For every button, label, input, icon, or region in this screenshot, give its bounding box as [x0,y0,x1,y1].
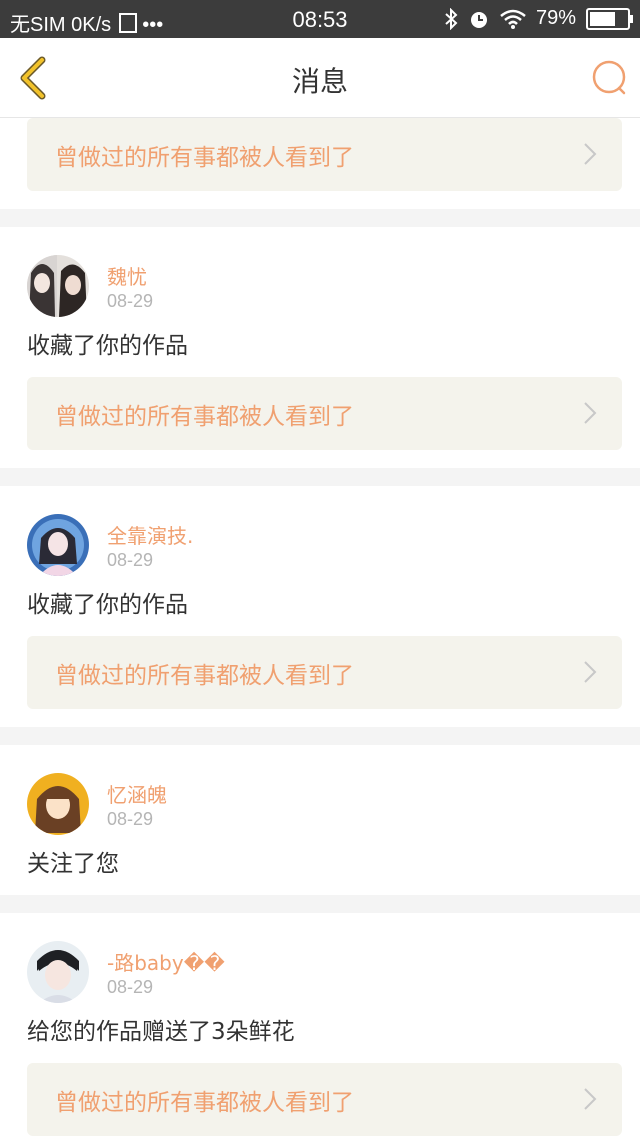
message-date: 08-29 [107,809,154,829]
message-card: 忆涵魄 08-29 关注了您 [0,745,640,895]
action-text: 收藏了你的作品 [27,592,188,618]
message-date: 08-29 [107,550,154,570]
message-date: 08-29 [107,291,154,311]
chevron-right-icon [584,402,597,424]
divider [0,895,640,913]
card-padding [0,1136,640,1141]
divider [0,727,640,745]
divider [0,209,640,227]
page-title: 消息 [291,65,348,98]
work-link[interactable]: 曾做过的所有事都被人看到了 [27,377,622,450]
alarm-icon [470,11,487,28]
user-row: 全靠演技. 08-29 [0,486,640,576]
battery-percent: 79% [535,7,576,29]
chevron-right-icon [584,143,597,165]
username[interactable]: -路baby�� [107,947,225,976]
user-row: 忆涵魄 08-29 [0,745,640,835]
action-text: 收藏了你的作品 [27,333,188,359]
divider [0,468,640,486]
username[interactable]: 忆涵魄 [107,779,167,808]
message-list[interactable]: 曾做过的所有事都被人看到了 魏忧 08-29 收藏了你的作品 曾做过的所有事都被… [0,118,640,1141]
chevron-right-icon [584,661,597,683]
work-title: 曾做过的所有事都被人看到了 [55,663,354,689]
work-link[interactable]: 曾做过的所有事都被人看到了 [27,636,622,709]
work-title: 曾做过的所有事都被人看到了 [55,145,354,171]
battery-fill [590,11,616,26]
nav-bar: 消息 [0,38,640,118]
user-row: -路baby�� 08-29 [0,913,640,1003]
message-date: 08-29 [107,977,154,997]
username[interactable]: 魏忧 [107,261,147,290]
bluetooth-icon [445,7,458,30]
message-card: -路baby�� 08-29 给您的作品赠送了3朵鲜花 曾做过的所有事都被人看到… [0,913,640,1141]
wifi-icon [500,9,526,29]
message-card: 全靠演技. 08-29 收藏了你的作品 曾做过的所有事都被人看到了 [0,486,640,727]
status-bar: 无SIM 0K/s ••• 08:53 79% [0,0,640,38]
work-title: 曾做过的所有事都被人看到了 [55,1090,354,1116]
search-icon[interactable] [590,58,630,98]
user-avatar[interactable] [27,773,89,835]
message-card: 曾做过的所有事都被人看到了 [0,118,640,209]
card-padding [0,709,640,727]
status-right: 79% [444,7,633,30]
chevron-right-icon [584,1088,597,1110]
message-card: 魏忧 08-29 收藏了你的作品 曾做过的所有事都被人看到了 [0,227,640,468]
work-link[interactable]: 曾做过的所有事都被人看到了 [27,118,622,191]
battery-icon [586,7,633,30]
card-padding [0,191,640,209]
user-avatar[interactable] [27,255,89,317]
work-title: 曾做过的所有事都被人看到了 [55,404,354,430]
work-link[interactable]: 曾做过的所有事都被人看到了 [27,1063,622,1136]
action-text: 给您的作品赠送了3朵鲜花 [27,1019,295,1045]
action-text: 关注了您 [27,851,119,877]
user-avatar[interactable] [27,514,89,576]
username[interactable]: 全靠演技. [107,520,193,549]
user-row: 魏忧 08-29 [0,227,640,317]
card-padding [0,450,640,468]
user-avatar[interactable] [27,941,89,1003]
